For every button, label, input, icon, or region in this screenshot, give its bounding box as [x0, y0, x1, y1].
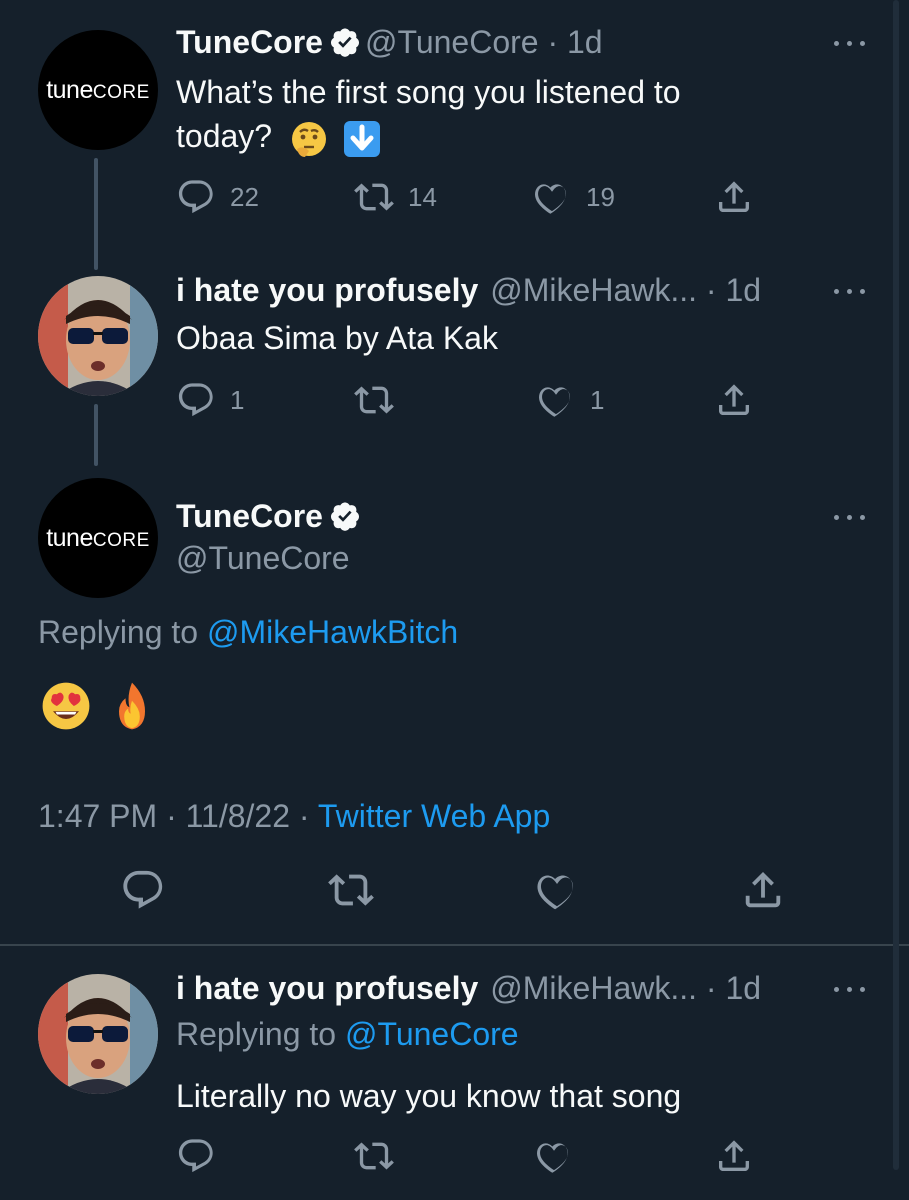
reply-icon [123, 870, 163, 909]
tweet-header: TuneCore @TuneCore · 1d [176, 24, 603, 60]
divider [0, 944, 909, 946]
reply-button[interactable] [120, 870, 166, 910]
heart-icon [539, 387, 570, 417]
fire-icon [119, 682, 146, 730]
display-name[interactable]: i hate you profusely [176, 970, 478, 1006]
handle-row: @TuneCore [176, 540, 350, 577]
handle[interactable]: @TuneCore [176, 540, 350, 576]
more-options-icon[interactable] [834, 286, 868, 296]
retweet-icon [354, 1142, 394, 1170]
share-button[interactable] [714, 1136, 754, 1176]
retweet-button[interactable] [328, 870, 374, 910]
heart-icon [535, 184, 566, 214]
down-arrow-icon [343, 120, 380, 157]
profile-photo [38, 276, 158, 396]
tweet-meta: 1:47 PM · 11/8/22 · Twitter Web App [38, 798, 551, 834]
reply-icon [178, 1139, 213, 1173]
share-icon [719, 1140, 749, 1171]
share-button[interactable] [740, 870, 786, 910]
tweet-actions [176, 1136, 756, 1176]
handle[interactable]: @MikeHawk... [490, 970, 697, 1006]
avatar-mikehawk[interactable] [38, 974, 158, 1094]
focused-tweet-actions [0, 870, 909, 926]
share-button[interactable] [714, 177, 754, 217]
mention-link[interactable]: @TuneCore [345, 1016, 519, 1052]
reply-button[interactable]: 22 [176, 177, 259, 217]
more-options-icon[interactable] [834, 984, 868, 994]
scrollbar[interactable] [893, 0, 899, 1170]
retweet-button[interactable]: 14 [354, 177, 437, 217]
tweet-text: Literally no way you know that song [176, 1078, 682, 1114]
more-options-icon[interactable] [834, 38, 868, 48]
tunecore-logo: tuneCORE [46, 523, 150, 552]
retweet-button[interactable] [354, 1136, 394, 1176]
retweet-button[interactable] [354, 380, 408, 420]
verified-badge-icon [330, 28, 359, 57]
share-icon [719, 384, 749, 415]
display-name[interactable]: TuneCore [176, 24, 323, 60]
tweet-time[interactable]: 1:47 PM [38, 798, 157, 834]
share-button[interactable] [714, 380, 754, 420]
source-link[interactable]: Twitter Web App [318, 798, 550, 834]
tweet-header: i hate you profusely @MikeHawk... · 1d [176, 272, 762, 308]
avatar-tunecore[interactable]: tuneCORE [38, 478, 158, 598]
more-options-icon[interactable] [834, 512, 868, 522]
verified-badge-icon [330, 502, 359, 531]
tweet-text: Obaa Sima by Ata Kak [176, 320, 498, 356]
retweet-icon [354, 386, 394, 414]
avatar-tunecore[interactable]: tuneCORE [38, 30, 158, 150]
replying-to: Replying to @MikeHawkBitch [38, 614, 459, 650]
thread-line [94, 404, 98, 466]
like-button[interactable]: 19 [532, 177, 615, 217]
tweet-actions: 1 1 [176, 380, 756, 420]
handle[interactable]: @MikeHawk... [490, 272, 697, 308]
timestamp[interactable]: 1d [725, 272, 761, 308]
heart-eyes-face-icon [42, 682, 90, 730]
tweet-text: What’s the first song you listened to to… [176, 70, 681, 159]
mention-link[interactable]: @MikeHawkBitch [207, 614, 458, 650]
thinking-face-icon [291, 121, 326, 157]
share-icon [745, 871, 781, 908]
profile-photo [38, 974, 158, 1094]
handle[interactable]: @TuneCore [365, 24, 539, 60]
tweet-actions: 22 14 19 [176, 177, 756, 217]
retweet-icon [328, 874, 374, 906]
thread-line [94, 158, 98, 270]
retweet-icon [354, 183, 394, 211]
display-name[interactable]: i hate you profusely [176, 272, 478, 308]
display-name[interactable]: TuneCore [176, 498, 323, 534]
avatar-mikehawk[interactable] [38, 276, 158, 396]
like-button[interactable] [534, 870, 580, 910]
reply-icon [178, 180, 213, 214]
tweet-header: i hate you profusely @MikeHawk... · 1d [176, 970, 762, 1006]
timestamp[interactable]: 1d [567, 24, 603, 60]
tunecore-logo: tuneCORE [46, 75, 150, 104]
tweet-emoji-content [40, 680, 158, 732]
share-icon [719, 181, 749, 212]
tweet-date[interactable]: 11/8/22 [186, 798, 290, 834]
heart-icon [537, 1143, 568, 1173]
like-button[interactable]: 1 [536, 380, 604, 420]
reply-icon [178, 383, 213, 417]
reply-button[interactable] [176, 1136, 216, 1176]
heart-icon [537, 875, 574, 910]
tweet-header: TuneCore [176, 498, 365, 535]
reply-button[interactable]: 1 [176, 380, 244, 420]
timestamp[interactable]: 1d [725, 970, 761, 1006]
like-button[interactable] [534, 1136, 574, 1176]
replying-to: Replying to @TuneCore [176, 1016, 519, 1052]
